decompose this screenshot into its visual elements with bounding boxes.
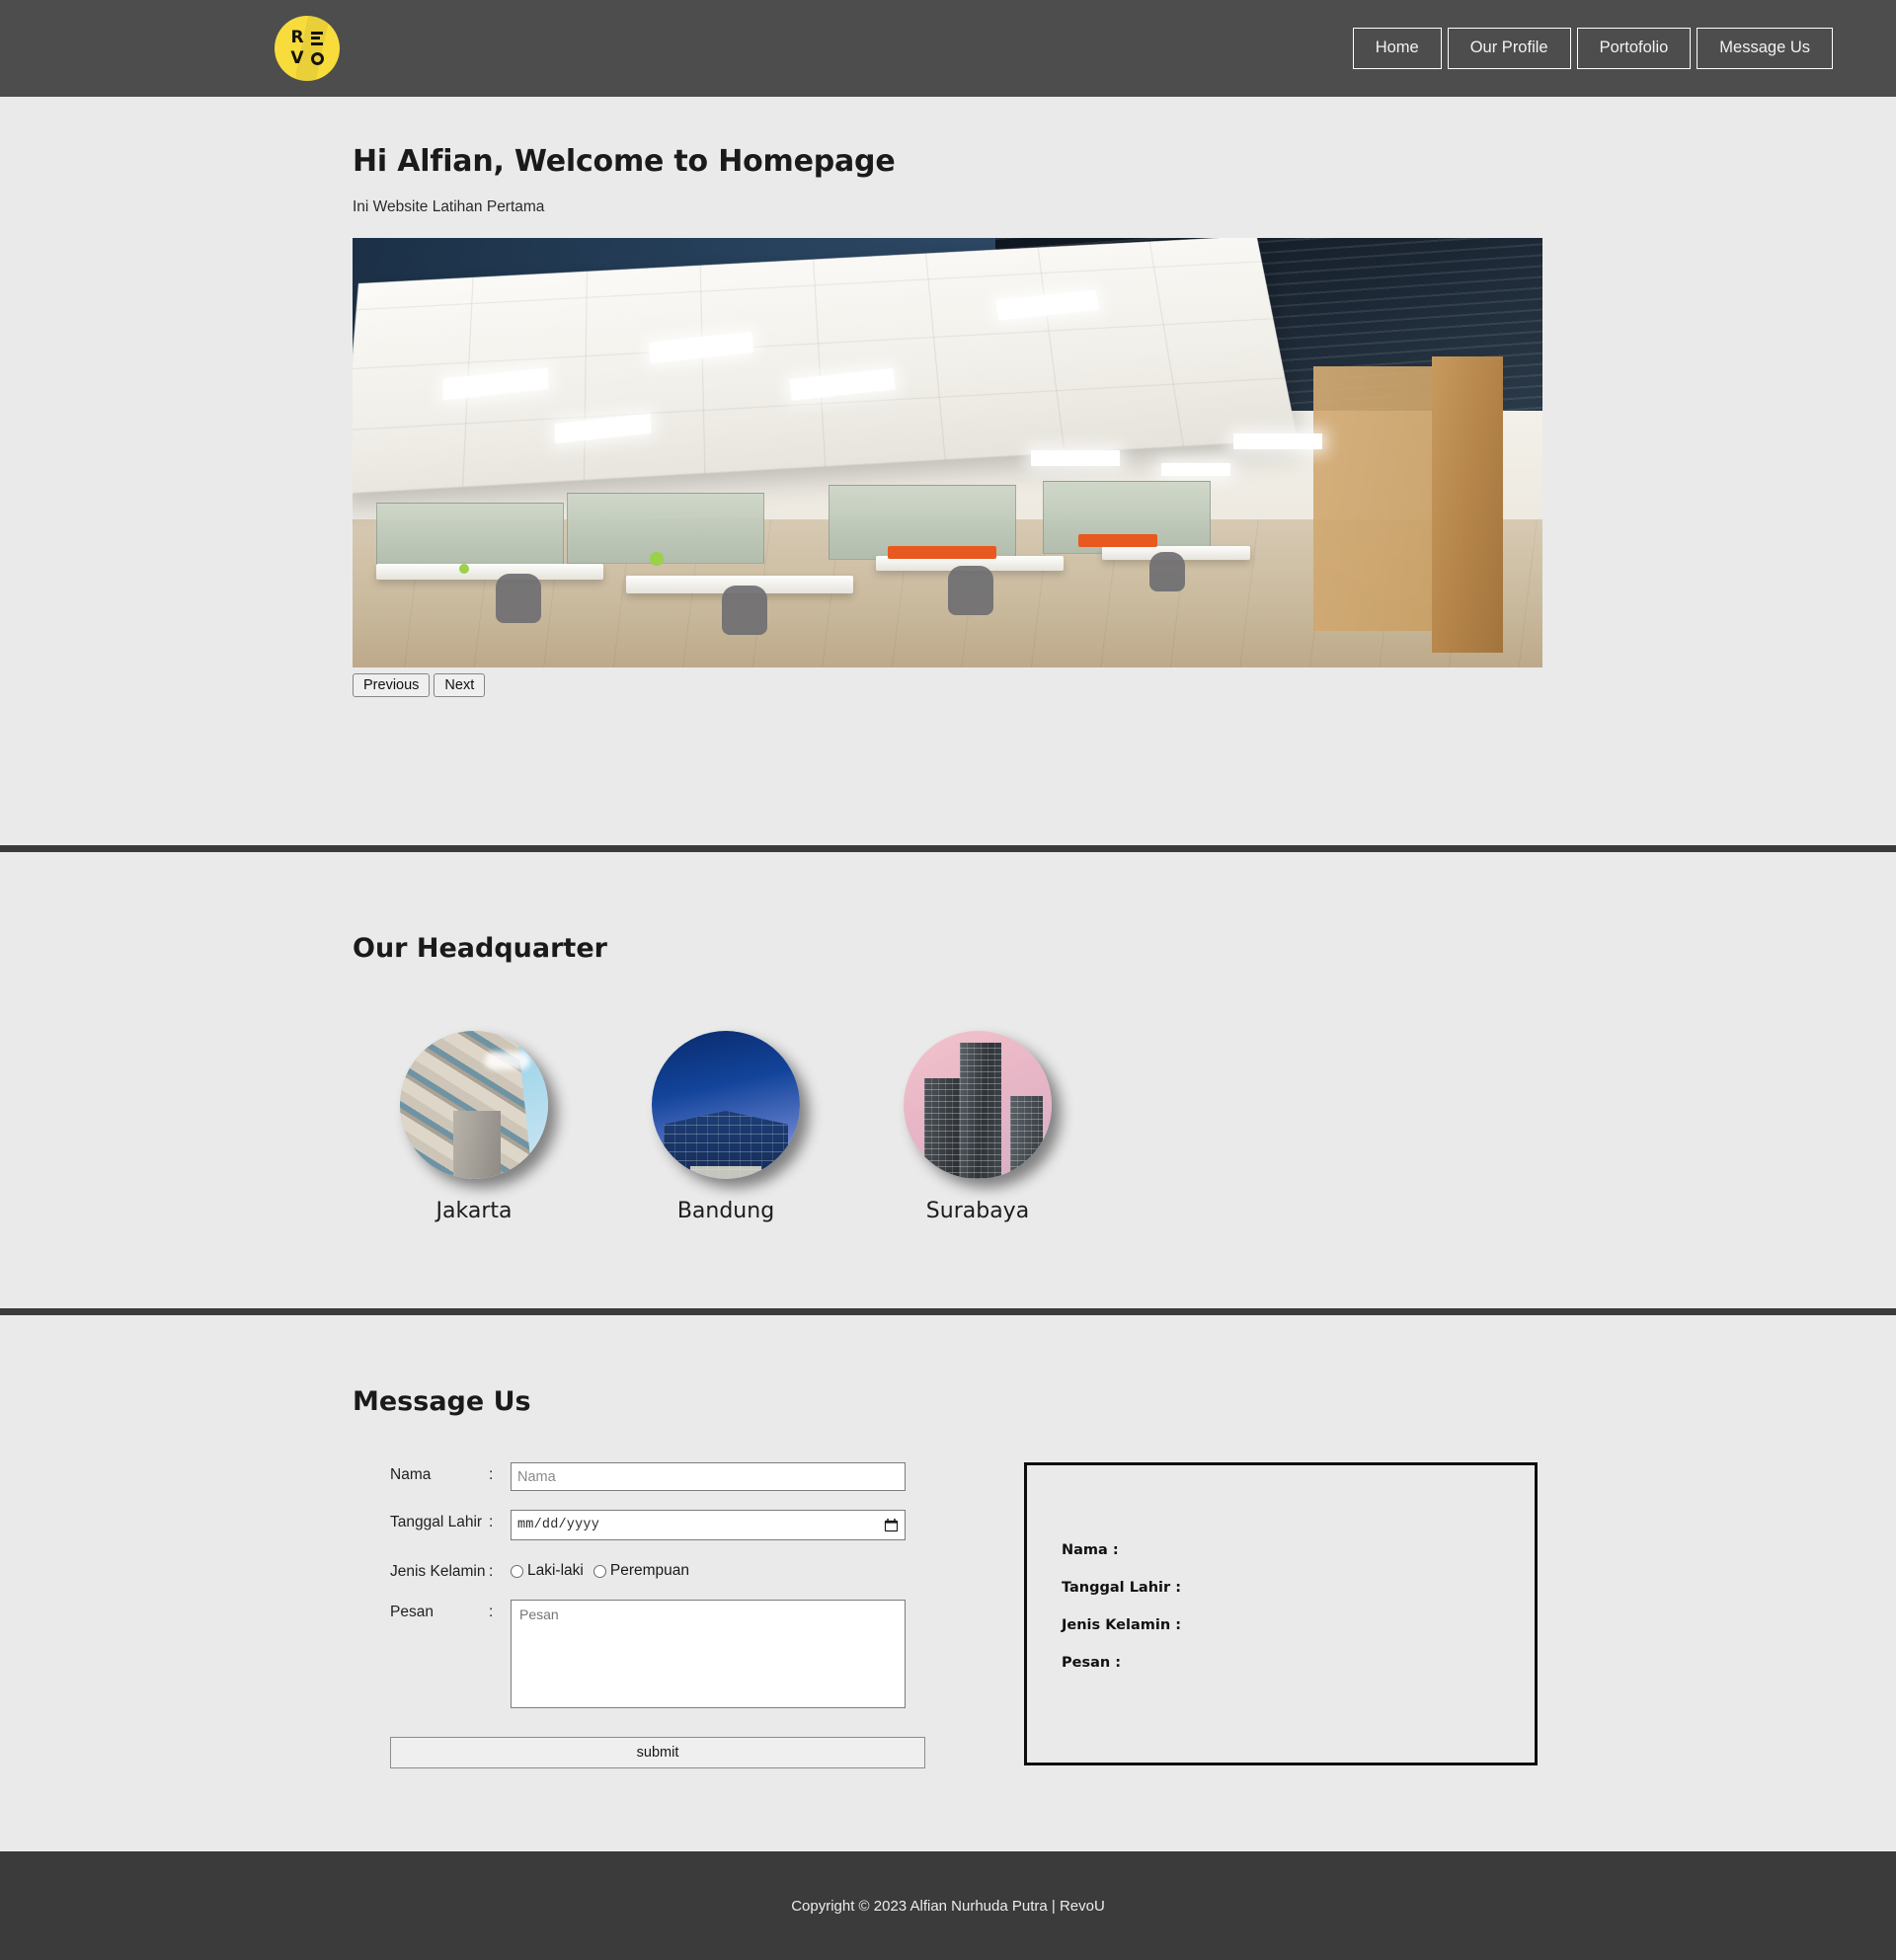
page-subtitle: Ini Website Latihan Pertama bbox=[353, 198, 545, 215]
hero-section: Hi Alfian, Welcome to Homepage Ini Websi… bbox=[0, 97, 1896, 845]
site-header: R V Home Our Profile Portofolio Message … bbox=[0, 0, 1896, 97]
logo-letter-o bbox=[310, 52, 324, 65]
nav-home[interactable]: Home bbox=[1352, 28, 1442, 69]
jenis-kelamin-colon: : bbox=[489, 1563, 494, 1580]
gender-radio-group: Laki-laki Perempuan bbox=[511, 1559, 695, 1580]
result-pesan: Pesan : bbox=[1062, 1655, 1122, 1671]
nav-our-profile[interactable]: Our Profile bbox=[1447, 28, 1571, 69]
footer-copyright: Copyright © 2023 Alfian Nurhuda Putra | … bbox=[791, 1897, 1105, 1915]
result-nama: Nama : bbox=[1062, 1542, 1119, 1558]
tanggal-lahir-label: Tanggal Lahir bbox=[390, 1514, 483, 1530]
nama-label: Nama bbox=[390, 1466, 432, 1483]
form-row-pesan: Pesan : bbox=[390, 1600, 906, 1708]
hq-jakarta-photo bbox=[400, 1031, 548, 1179]
page-title: Hi Alfian, Welcome to Homepage bbox=[353, 144, 896, 179]
section-divider-1 bbox=[0, 845, 1896, 852]
nama-input[interactable] bbox=[511, 1462, 906, 1491]
nav-portofolio[interactable]: Portofolio bbox=[1576, 28, 1692, 69]
logo-letter-r: R bbox=[290, 28, 304, 47]
nav-message-us[interactable]: Message Us bbox=[1697, 28, 1833, 69]
logo-letters: R V bbox=[275, 16, 340, 81]
headquarter-list: Jakarta Bandung Surabaya bbox=[353, 1031, 1837, 1223]
pesan-label: Pesan bbox=[390, 1604, 434, 1620]
date-placeholder-text: mm/dd/yyyy bbox=[517, 1518, 600, 1532]
hq-jakarta-label: Jakarta bbox=[435, 1199, 513, 1223]
hq-bandung[interactable]: Bandung bbox=[622, 1031, 830, 1223]
hq-surabaya-label: Surabaya bbox=[925, 1199, 1030, 1223]
revo-logo[interactable]: R V bbox=[275, 16, 340, 81]
gender-option-laki-laki[interactable]: Laki-laki bbox=[511, 1562, 584, 1580]
form-row-tanggal-lahir: Tanggal Lahir : mm/dd/yyyy bbox=[390, 1510, 906, 1540]
calendar-icon[interactable] bbox=[884, 1518, 899, 1532]
result-tanggal-lahir: Tanggal Lahir : bbox=[1062, 1580, 1182, 1596]
tanggal-lahir-colon: : bbox=[489, 1514, 494, 1530]
hq-jakarta[interactable]: Jakarta bbox=[370, 1031, 578, 1223]
logo-letter-e bbox=[311, 31, 323, 45]
headquarter-title: Our Headquarter bbox=[353, 933, 607, 964]
hq-surabaya-photo bbox=[904, 1031, 1052, 1179]
gender-label-laki-laki: Laki-laki bbox=[527, 1562, 584, 1579]
carousel-slide-office bbox=[353, 238, 1542, 667]
office-interior-photo bbox=[353, 238, 1542, 667]
pesan-colon: : bbox=[489, 1604, 494, 1620]
message-us-section: Message Us Nama : Tanggal Lahir : mm/dd/… bbox=[0, 1315, 1896, 1851]
gender-label-perempuan: Perempuan bbox=[609, 1562, 689, 1579]
tanggal-lahir-date-input[interactable]: mm/dd/yyyy bbox=[511, 1510, 906, 1540]
main-nav: Home Our Profile Portofolio Message Us bbox=[1352, 28, 1833, 69]
message-result-panel: Nama : Tanggal Lahir : Jenis Kelamin : P… bbox=[1024, 1462, 1538, 1765]
form-row-nama: Nama : bbox=[390, 1462, 906, 1491]
message-form: Nama : Tanggal Lahir : mm/dd/yyyy bbox=[353, 1462, 925, 1768]
message-us-title: Message Us bbox=[353, 1386, 531, 1417]
hq-bandung-label: Bandung bbox=[676, 1199, 775, 1223]
form-row-jenis-kelamin: Jenis Kelamin : Laki-laki Perempuan bbox=[390, 1559, 906, 1581]
section-divider-2 bbox=[0, 1308, 1896, 1315]
radio-icon-perempuan[interactable] bbox=[592, 1564, 606, 1578]
carousel-controls: Previous Next bbox=[353, 673, 1542, 697]
nama-colon: : bbox=[489, 1466, 494, 1483]
hq-surabaya[interactable]: Surabaya bbox=[874, 1031, 1081, 1223]
radio-icon-laki-laki[interactable] bbox=[511, 1564, 523, 1578]
result-jenis-kelamin: Jenis Kelamin : bbox=[1062, 1617, 1182, 1633]
image-carousel: Previous Next bbox=[353, 238, 1542, 697]
hq-bandung-photo bbox=[652, 1031, 800, 1179]
pesan-textarea[interactable] bbox=[511, 1600, 906, 1708]
gender-option-perempuan[interactable]: Perempuan bbox=[592, 1562, 689, 1580]
logo-letter-v: V bbox=[290, 48, 304, 68]
carousel-previous-button[interactable]: Previous bbox=[353, 673, 431, 697]
submit-button[interactable]: submit bbox=[390, 1737, 925, 1768]
carousel-next-button[interactable]: Next bbox=[434, 673, 486, 697]
jenis-kelamin-label: Jenis Kelamin bbox=[390, 1563, 486, 1580]
site-footer: Copyright © 2023 Alfian Nurhuda Putra | … bbox=[0, 1851, 1896, 1960]
headquarter-section: Our Headquarter Jakarta Bandung Surabaya bbox=[0, 852, 1896, 1308]
